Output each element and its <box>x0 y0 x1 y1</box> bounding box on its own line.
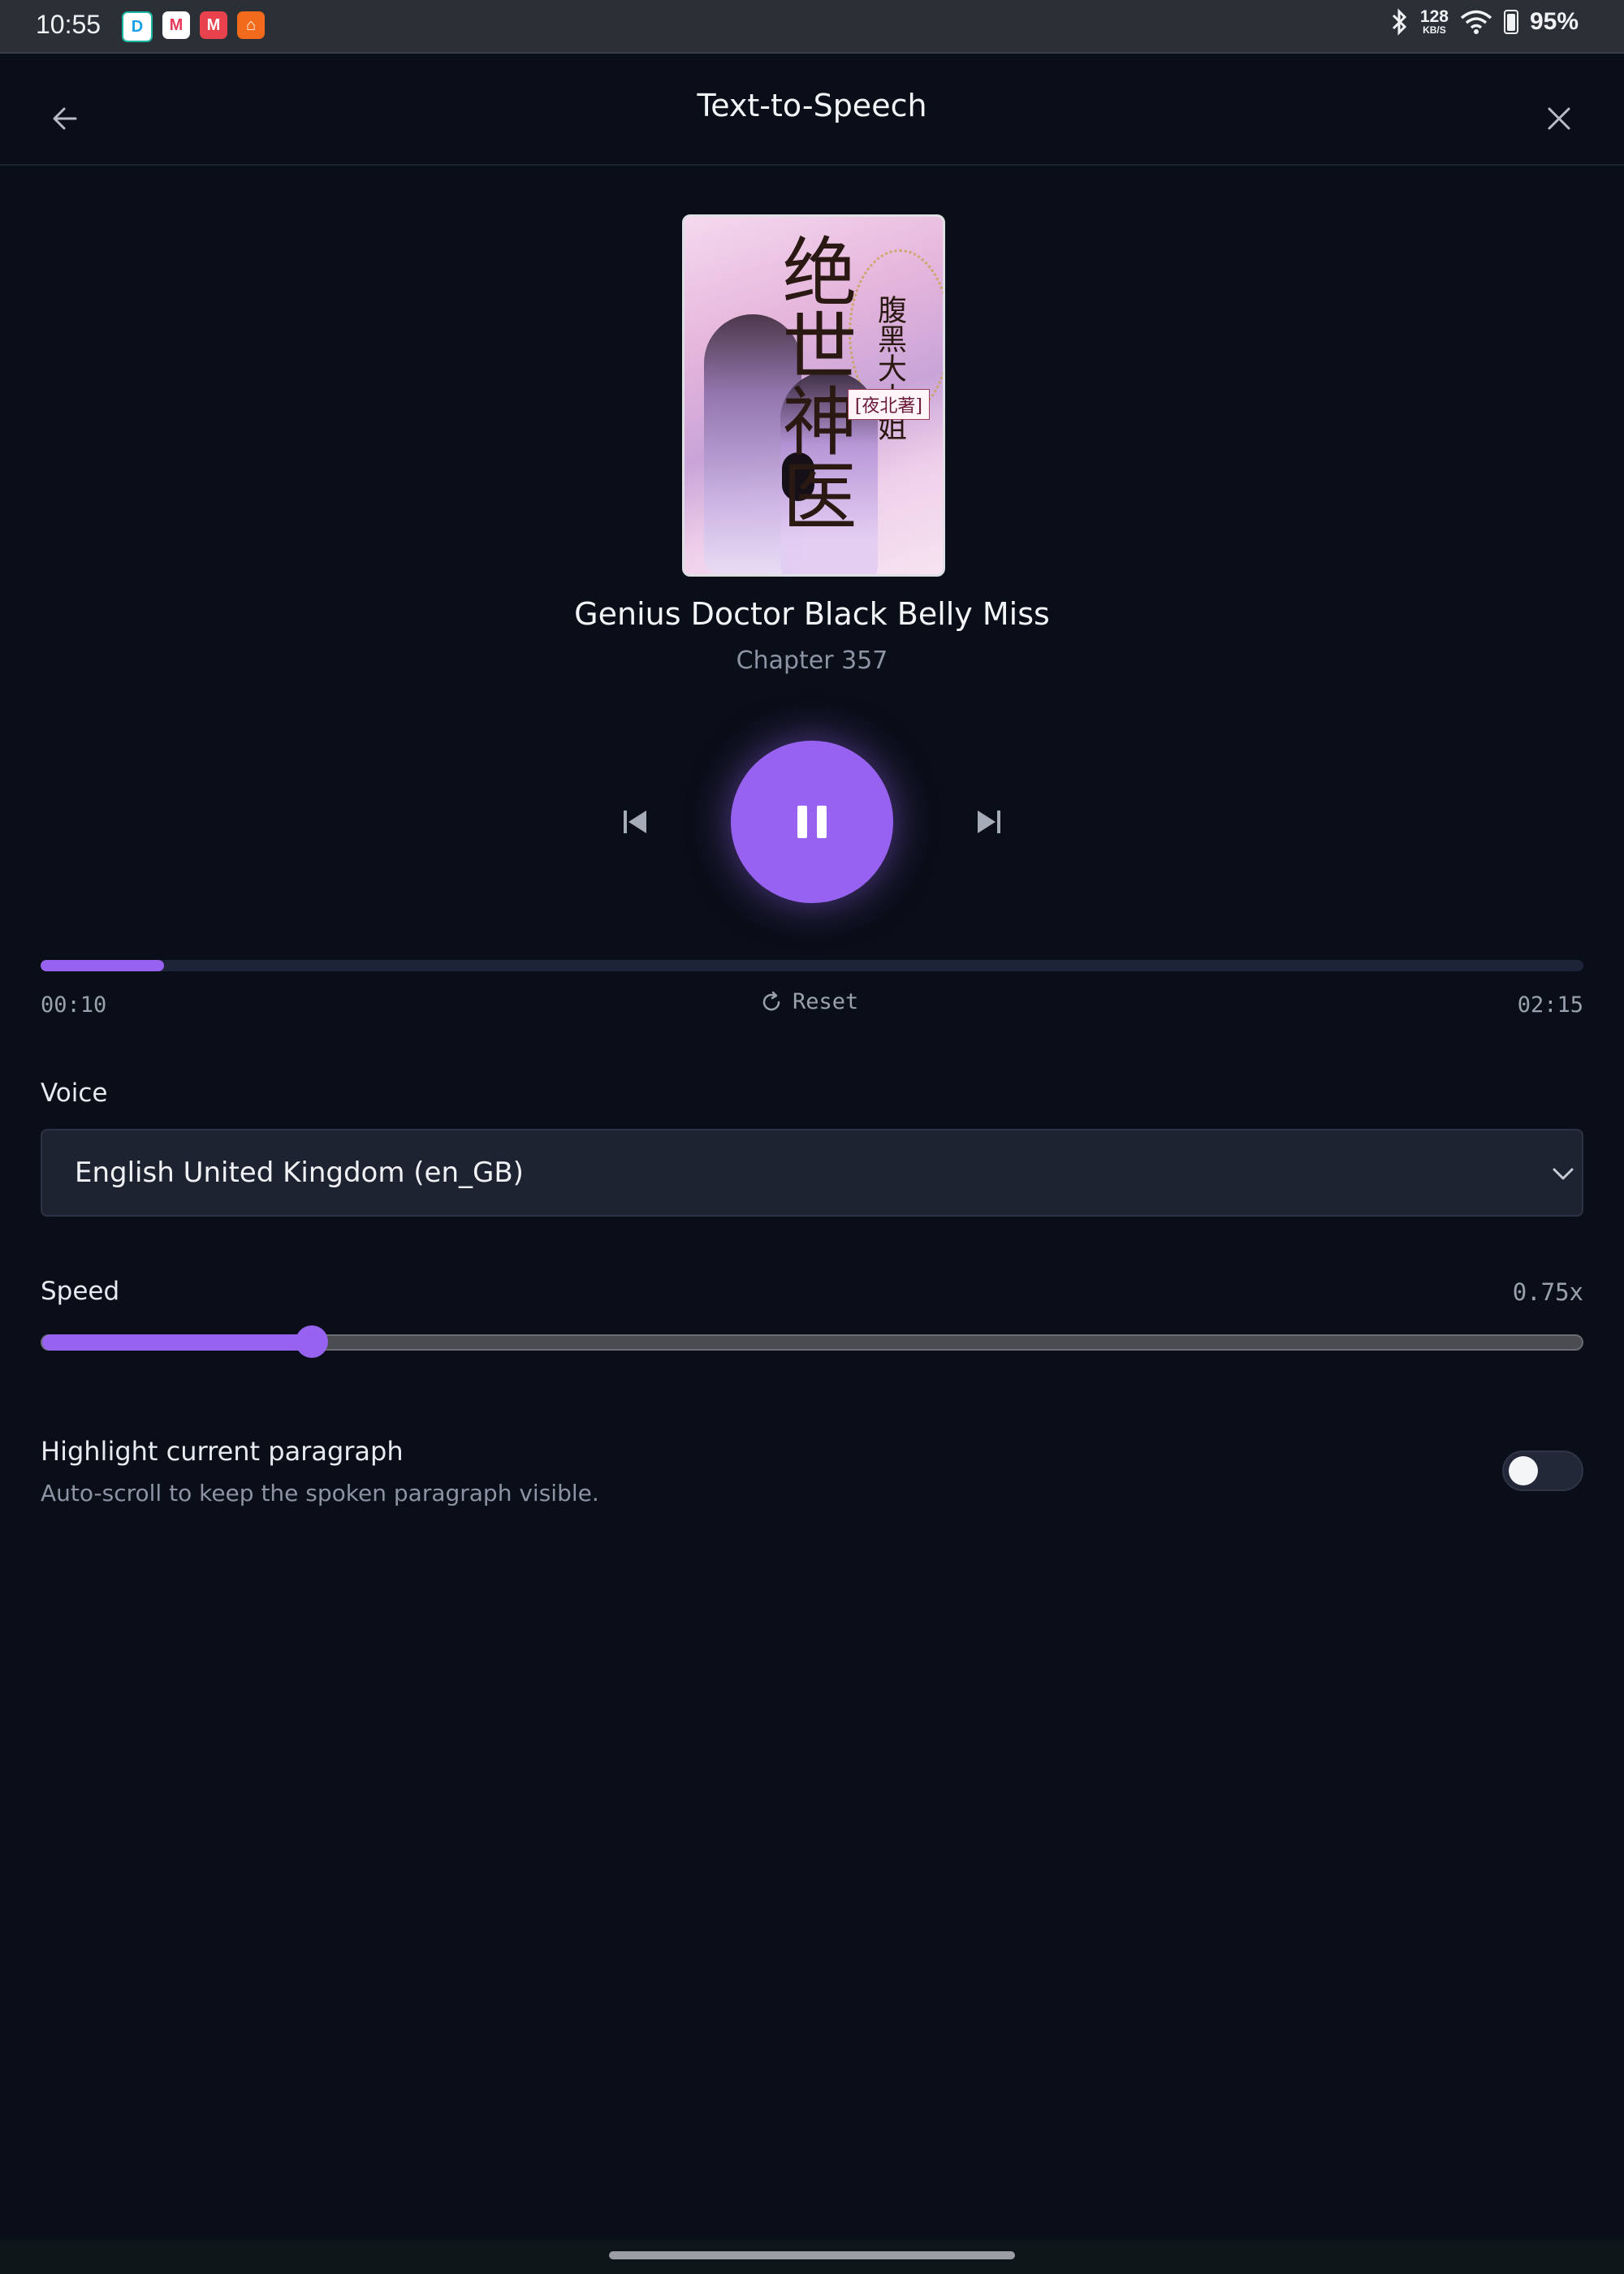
speed-value: 0.75x <box>1512 1278 1583 1306</box>
battery-level: 95% <box>1529 8 1579 35</box>
highlight-toggle[interactable] <box>1502 1450 1583 1491</box>
current-time: 00:10 <box>41 992 107 1018</box>
app-notification-icon: M <box>162 11 190 39</box>
top-bar: Text-to-Speech <box>0 54 1624 166</box>
reset-button[interactable]: Reset <box>760 989 858 1014</box>
pause-button[interactable] <box>731 741 893 903</box>
skip-previous-icon <box>624 811 646 833</box>
cover-author: [夜北著] <box>847 389 930 420</box>
progress-fill <box>41 960 164 971</box>
bluetooth-icon <box>1392 8 1407 36</box>
highlight-setting-title: Highlight current paragraph <box>41 1436 404 1467</box>
pause-icon <box>797 806 827 838</box>
status-right: 128 KB/S 95% <box>1389 8 1579 36</box>
app-notification-icon: M <box>200 11 227 39</box>
voice-select[interactable]: English United Kingdom (en_GB) <box>41 1129 1583 1217</box>
status-time: 10:55 <box>36 10 102 39</box>
network-speed: 128 KB/S <box>1419 7 1449 36</box>
chapter-label: Chapter 357 <box>736 646 888 675</box>
notification-apps: D M M ⌂ <box>122 11 265 42</box>
page-title: Text-to-Speech <box>697 88 927 123</box>
speed-label: Speed <box>41 1277 120 1306</box>
cover-title: 绝世神医 <box>770 233 857 532</box>
close-icon <box>1548 107 1570 130</box>
previous-button[interactable] <box>611 798 659 846</box>
refresh-icon <box>762 991 780 1010</box>
voice-label: Voice <box>41 1079 108 1108</box>
total-time: 02:15 <box>1517 992 1583 1018</box>
chevron-down-icon <box>1553 1168 1574 1180</box>
voice-selected-value: English United Kingdom (en_GB) <box>75 1156 524 1189</box>
app-notification-icon: D <box>122 11 153 42</box>
playback-progress-bar[interactable] <box>41 960 1583 971</box>
close-button[interactable] <box>1527 86 1592 151</box>
home-indicator[interactable] <box>609 2251 1015 2259</box>
status-bar: 10:55 D M M ⌂ 128 KB/S 95% <box>0 0 1624 54</box>
next-button[interactable] <box>965 798 1013 846</box>
speed-slider-fill <box>42 1334 312 1351</box>
app-notification-icon: ⌂ <box>237 11 265 39</box>
wifi-icon <box>1460 10 1492 34</box>
book-cover: 绝世神医 腹黑大小姐 [夜北著] <box>682 214 945 577</box>
speed-slider[interactable] <box>41 1325 1583 1358</box>
book-title: Genius Doctor Black Belly Miss <box>574 596 1050 632</box>
reset-label: Reset <box>793 989 859 1014</box>
battery-icon <box>1503 10 1518 34</box>
skip-next-icon <box>978 811 1000 833</box>
toggle-knob <box>1509 1456 1538 1485</box>
speed-slider-thumb[interactable] <box>295 1325 328 1358</box>
highlight-setting-description: Auto-scroll to keep the spoken paragraph… <box>41 1480 599 1507</box>
